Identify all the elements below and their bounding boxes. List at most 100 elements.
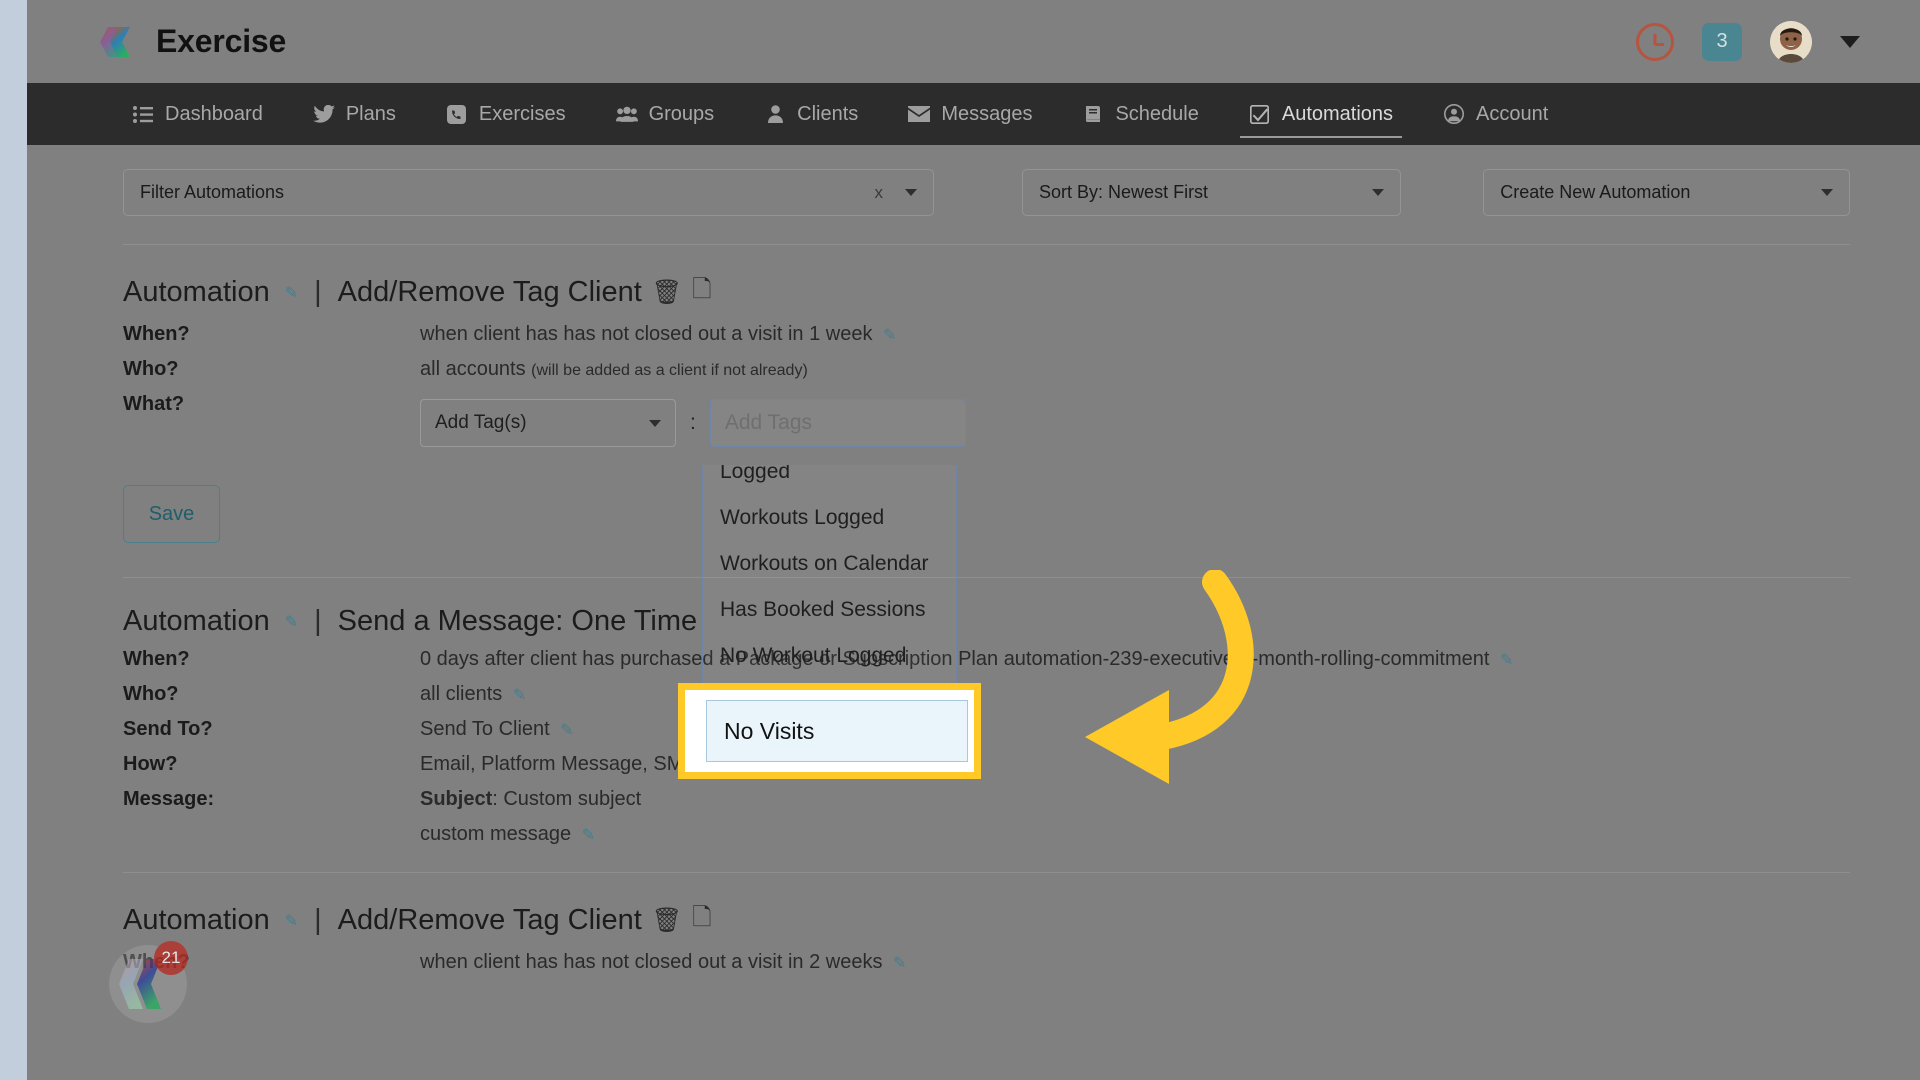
tag-option[interactable]: Workouts on Calendar bbox=[703, 541, 956, 587]
tag-action-select[interactable]: Add Tag(s) bbox=[420, 399, 676, 447]
tag-option[interactable]: No Workout Logged bbox=[703, 633, 956, 679]
save-button[interactable]: Save bbox=[123, 485, 220, 543]
nav-label: Dashboard bbox=[165, 103, 263, 125]
automation-row-who: Who? all accounts (will be added as a cl… bbox=[123, 358, 1850, 381]
row-value: when client has has not closed out a vis… bbox=[420, 323, 896, 346]
automation-title-row: Automation ✎ | Add/Remove Tag Client 🗑 🗋 bbox=[123, 272, 1850, 313]
pencil-icon[interactable]: ✎ bbox=[513, 687, 526, 704]
automation-name: Send a Message: One Time bbox=[337, 605, 698, 637]
pencil-icon[interactable]: ✎ bbox=[1500, 652, 1513, 669]
chat-widget-button[interactable]: 21 bbox=[109, 941, 188, 1023]
avatar[interactable] bbox=[1770, 20, 1812, 63]
nav-label: Clients bbox=[797, 103, 859, 125]
pencil-icon[interactable]: ✎ bbox=[893, 955, 906, 972]
header-actions: 3 bbox=[1636, 0, 1860, 83]
book-icon bbox=[1082, 104, 1104, 124]
nav-item-groups[interactable]: Groups bbox=[591, 83, 740, 145]
nav-label: Messages bbox=[941, 103, 1033, 125]
copy-icon[interactable]: 🗋 bbox=[692, 900, 711, 941]
add-tags-input[interactable]: Add Tags bbox=[709, 399, 966, 447]
pencil-icon[interactable]: ✎ bbox=[285, 283, 298, 303]
annotation-highlight-box: No Visits bbox=[678, 683, 981, 779]
main-nav: Dashboard Plans Exercises Groups Clients… bbox=[27, 83, 1920, 145]
chevron-down-icon[interactable] bbox=[1372, 189, 1385, 196]
clock-icon[interactable] bbox=[1636, 22, 1674, 61]
notification-count-badge[interactable]: 3 bbox=[1702, 22, 1742, 61]
app-header: Exercise 3 bbox=[27, 0, 1920, 83]
create-new-automation-label: Create New Automation bbox=[1500, 182, 1691, 202]
chevron-down-icon[interactable] bbox=[1840, 35, 1860, 48]
nav-label: Schedule bbox=[1115, 103, 1199, 125]
pencil-icon[interactable]: ✎ bbox=[883, 327, 896, 344]
automation-row-when: When? when client has has not closed out… bbox=[123, 951, 1850, 974]
tag-controls: Add Tag(s) : Add Tags bbox=[420, 399, 966, 447]
clear-filter-icon[interactable]: x bbox=[875, 183, 884, 203]
add-tags-placeholder: Add Tags bbox=[724, 411, 813, 434]
tag-option-no-visits[interactable]: No Visits bbox=[706, 700, 968, 762]
row-value: Send To Client ✎ bbox=[420, 718, 574, 741]
account-icon bbox=[1443, 104, 1465, 124]
automation-rows: When? when client has has not closed out… bbox=[123, 323, 1850, 447]
row-key: How? bbox=[123, 753, 178, 775]
automation-name: Add/Remove Tag Client bbox=[337, 276, 642, 308]
envelope-icon bbox=[908, 104, 931, 124]
title-separator: | bbox=[314, 276, 322, 308]
nav-item-schedule[interactable]: Schedule bbox=[1057, 83, 1223, 145]
nav-item-automations[interactable]: Automations bbox=[1224, 83, 1418, 145]
sort-by-select[interactable]: Sort By: Newest First bbox=[1022, 169, 1402, 216]
row-value-text: custom message bbox=[420, 823, 572, 845]
nav-item-account[interactable]: Account bbox=[1418, 83, 1573, 145]
tag-option[interactable]: Logged bbox=[703, 465, 956, 495]
row-value: all accounts (will be added as a client … bbox=[420, 358, 808, 381]
automation-prefix: Automation bbox=[123, 605, 270, 637]
automation-card-3: Automation ✎ | Add/Remove Tag Client 🗑 🗋… bbox=[27, 900, 1920, 974]
row-value-text: : Custom subject bbox=[492, 788, 642, 810]
pencil-icon[interactable]: ✎ bbox=[560, 722, 573, 739]
check-box-icon bbox=[1249, 104, 1271, 124]
brand-name: Exercise bbox=[156, 23, 287, 59]
tag-options-dropdown[interactable]: Logged Workouts Logged Workouts on Calen… bbox=[702, 465, 957, 699]
nav-item-clients[interactable]: Clients bbox=[739, 83, 883, 145]
brand[interactable]: Exercise bbox=[100, 23, 286, 60]
trash-icon[interactable]: 🗑 bbox=[652, 278, 682, 307]
filter-toolbar: Filter Automations x Sort By: Newest Fir… bbox=[27, 145, 1920, 216]
phone-icon bbox=[446, 104, 468, 124]
nav-label: Account bbox=[1476, 103, 1549, 125]
nav-label: Groups bbox=[648, 103, 715, 125]
automation-prefix: Automation bbox=[123, 904, 270, 936]
pencil-icon[interactable]: ✎ bbox=[285, 911, 298, 931]
nav-item-messages[interactable]: Messages bbox=[883, 83, 1057, 145]
title-separator: | bbox=[314, 605, 322, 637]
chevron-down-icon[interactable] bbox=[905, 189, 918, 196]
chevron-down-icon[interactable] bbox=[1821, 189, 1833, 196]
pencil-icon[interactable]: ✎ bbox=[582, 827, 595, 844]
pencil-icon[interactable]: ✎ bbox=[285, 612, 298, 632]
copy-icon[interactable]: 🗋 bbox=[692, 272, 711, 313]
row-key: When? bbox=[123, 323, 190, 345]
people-icon bbox=[615, 104, 638, 124]
sort-by-label: Sort By: Newest First bbox=[1039, 182, 1209, 202]
nav-item-dashboard[interactable]: Dashboard bbox=[107, 83, 288, 145]
row-key: Message: bbox=[123, 788, 215, 810]
row-key: What? bbox=[123, 393, 185, 415]
automation-prefix: Automation bbox=[123, 276, 270, 308]
nav-item-plans[interactable]: Plans bbox=[288, 83, 421, 145]
tag-option[interactable]: Workouts Logged bbox=[703, 495, 956, 541]
row-value: Subject: Custom subject bbox=[420, 788, 641, 811]
row-value-text: all accounts bbox=[420, 358, 532, 380]
nav-label: Plans bbox=[345, 103, 396, 125]
create-new-automation-select[interactable]: Create New Automation bbox=[1483, 169, 1850, 216]
chevron-down-icon[interactable] bbox=[649, 419, 661, 427]
tag-option[interactable]: Has Booked Sessions bbox=[703, 587, 956, 633]
row-value-subject-label: Subject bbox=[420, 788, 493, 810]
row-value-text: Send To Client bbox=[420, 718, 550, 740]
automation-row-when: When? when client has has not closed out… bbox=[123, 323, 1850, 346]
bird-icon bbox=[312, 104, 335, 124]
exercise-chevrons-logo-icon bbox=[100, 25, 138, 59]
filter-automations-input[interactable]: Filter Automations x bbox=[123, 169, 935, 216]
automation-card-1: Automation ✎ | Add/Remove Tag Client 🗑 🗋… bbox=[27, 272, 1920, 543]
nav-item-exercises[interactable]: Exercises bbox=[421, 83, 591, 145]
trash-icon[interactable]: 🗑 bbox=[652, 906, 682, 935]
row-value: custom message ✎ bbox=[420, 823, 595, 846]
automation-row-what: What? Add Tag(s) : Add Tags bbox=[123, 393, 1850, 447]
